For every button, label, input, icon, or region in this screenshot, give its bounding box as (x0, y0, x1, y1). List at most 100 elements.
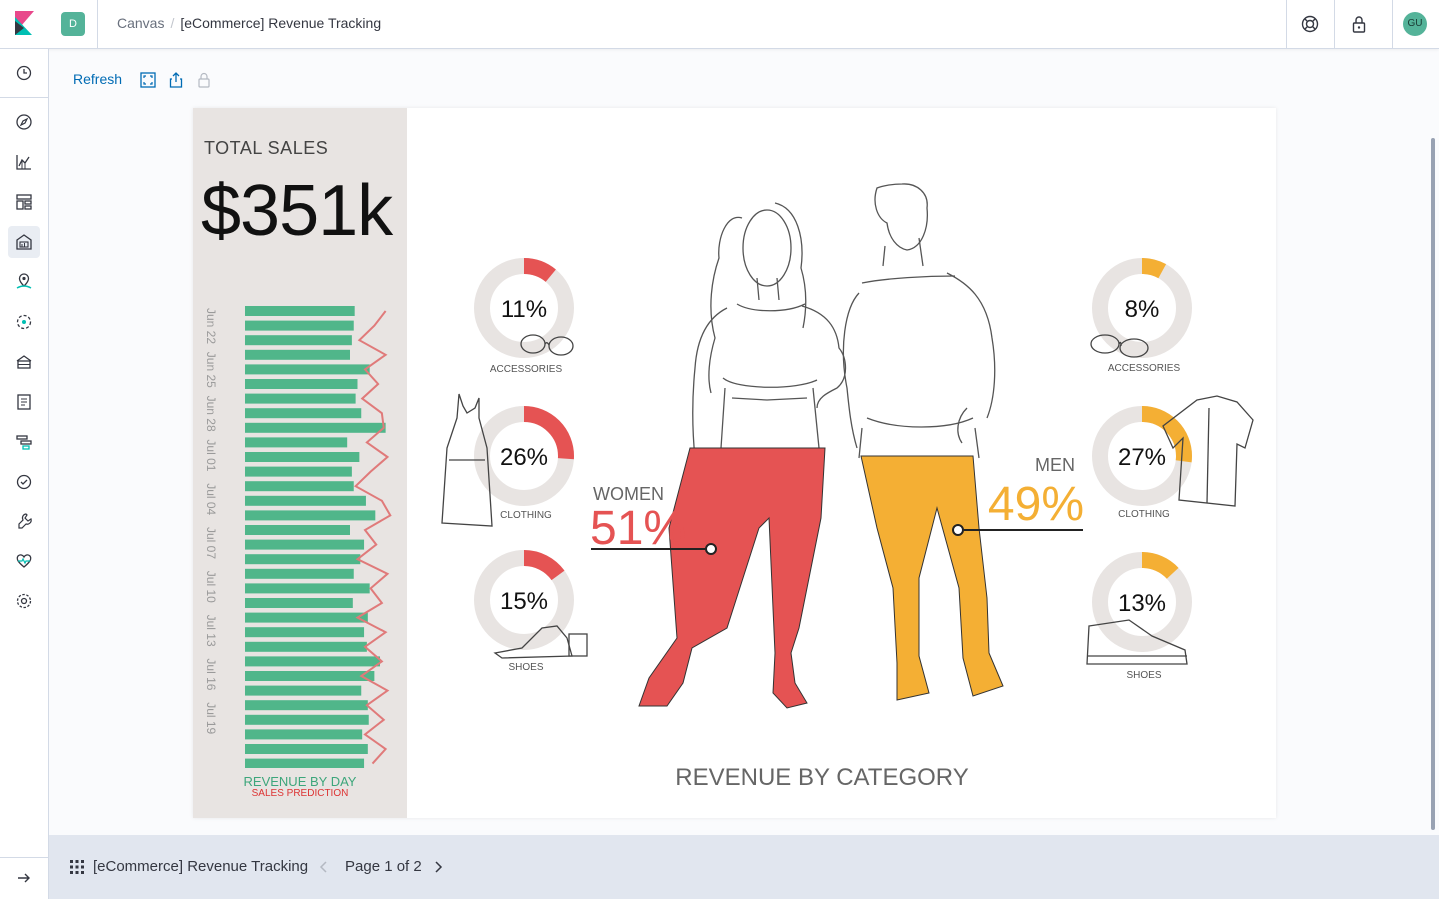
revenue-bar (245, 481, 354, 492)
revenue-bar (245, 758, 365, 768)
uptime-icon[interactable] (14, 472, 34, 492)
lock-icon[interactable] (1349, 14, 1369, 34)
apm-icon[interactable] (14, 432, 34, 452)
space-selector[interactable]: D (61, 12, 85, 36)
next-page-chevron-icon[interactable] (431, 859, 445, 875)
revenue-by-day-chart: Jun 22 Jun 25 Jun 28 Jul 01 Jul 04 Jul 07 Jul … (204, 306, 392, 768)
expand-nav-arrow-icon[interactable] (14, 868, 34, 888)
revenue-bar (245, 320, 354, 331)
breadcrumb-current: [eCommerce] Revenue Tracking (180, 15, 382, 31)
women-label: WOMEN (593, 484, 664, 504)
logs-icon[interactable] (14, 392, 34, 412)
divider (97, 0, 98, 48)
infrastructure-icon[interactable] (14, 352, 34, 372)
help-lifebuoy-icon[interactable] (1300, 14, 1320, 34)
revenue-bar (245, 627, 365, 638)
recently-viewed-clock-icon[interactable] (14, 63, 34, 83)
revenue-bar (245, 744, 368, 754)
revenue-bar (245, 466, 352, 477)
women-shoes-donut-label: SHOES (508, 662, 543, 673)
revenue-bar (245, 539, 365, 550)
revenue-bar (245, 306, 355, 316)
revenue-by-category-title: REVENUE BY CATEGORY (675, 764, 968, 791)
management-gear-icon[interactable] (14, 591, 34, 611)
total-sales-label: TOTAL SALES (204, 138, 329, 158)
date-tick-label: Jun 22 (204, 308, 218, 344)
revenue-bar (245, 583, 370, 594)
women-percent: 51% (590, 502, 686, 555)
revenue-bar (245, 641, 367, 652)
revenue-bar (245, 495, 366, 506)
revenue-bar (245, 656, 380, 667)
date-tick-label: Jun 25 (204, 352, 218, 388)
women-accessories-donut-label: ACCESSORIES (490, 364, 563, 375)
dashboard-icon[interactable] (14, 192, 34, 212)
workpad-page: TOTAL SALES $351k Jun 22 Jun 25 Jun 28 Jul … (193, 108, 1276, 818)
machine-learning-icon[interactable] (14, 312, 34, 332)
revenue-bar (245, 714, 369, 725)
revenue-bar (245, 568, 354, 579)
date-tick-label: Jul 16 (204, 658, 218, 690)
dev-tools-wrench-icon[interactable] (14, 511, 34, 531)
monitoring-heartbeat-icon[interactable] (14, 551, 34, 571)
revenue-bar (245, 349, 350, 360)
date-tick-label: Jul 19 (204, 702, 218, 734)
men-pointer-dot (952, 524, 964, 536)
page-manager-grid-icon[interactable] (69, 859, 85, 875)
user-avatar[interactable]: GU (1403, 12, 1427, 36)
fullscreen-icon[interactable] (139, 71, 157, 89)
total-sales-panel: TOTAL SALES $351k Jun 22 Jun 25 Jun 28 Jul … (193, 108, 407, 818)
date-tick-label: Jul 07 (204, 527, 218, 559)
divider (1334, 0, 1335, 48)
share-export-icon[interactable] (167, 71, 185, 89)
sales-prediction-label: SALES PREDICTION (251, 788, 349, 799)
women-accessories-donut-percent: 11% (501, 296, 547, 323)
revenue-by-day-label: REVENUE BY DAY (243, 774, 357, 789)
women-shoes-donut-percent: 15% (500, 588, 548, 615)
breadcrumb-canvas-link[interactable]: Canvas (117, 15, 164, 31)
revenue-bar (245, 671, 375, 681)
workpad-title: [eCommerce] Revenue Tracking (93, 858, 309, 875)
nav-divider (0, 97, 48, 98)
man-pants-fill (860, 455, 1004, 701)
revenue-bar (245, 437, 348, 448)
side-navigation (0, 49, 49, 899)
revenue-bar (245, 379, 358, 389)
breadcrumb: Canvas / [eCommerce] Revenue Tracking (117, 15, 381, 31)
men-shoes-donut-label: SHOES (1126, 670, 1161, 681)
top-header: D Canvas / [eCommerce] Revenue Tracking GU (0, 0, 1439, 49)
women-dress-icon (441, 393, 493, 527)
revenue-bar (245, 422, 386, 433)
revenue-bar (245, 510, 376, 521)
canvas-nav-item[interactable] (8, 226, 40, 258)
revenue-bar (245, 554, 361, 565)
revenue-bar (245, 364, 370, 375)
workpad-footer: [eCommerce] Revenue Tracking Page 1 of 2 (49, 835, 1439, 899)
kibana-logo-icon[interactable] (12, 11, 36, 35)
revenue-bar (245, 598, 353, 608)
discover-compass-icon[interactable] (14, 112, 34, 132)
refresh-button[interactable]: Refresh (73, 71, 122, 87)
women-clothing-donut-label: CLOTHING (500, 510, 552, 521)
date-tick-label: Jul 04 (204, 483, 218, 515)
date-tick-label: Jul 13 (204, 615, 218, 647)
man-figure-illustration (842, 183, 996, 459)
divider (1392, 0, 1393, 48)
edit-lock-icon[interactable] (195, 71, 213, 89)
total-sales-value: $351k (201, 171, 393, 251)
men-accessories-donut-label: ACCESSORIES (1108, 363, 1181, 374)
men-clothing-donut-label: CLOTHING (1118, 509, 1170, 520)
maps-pin-icon[interactable] (14, 272, 34, 292)
date-tick-label: Jul 01 (204, 439, 218, 471)
revenue-bar (245, 729, 363, 740)
canvas-scrollbar[interactable] (1431, 138, 1435, 830)
visualize-chart-icon[interactable] (14, 152, 34, 172)
revenue-bar (245, 393, 356, 404)
revenue-bar (245, 612, 368, 623)
previous-page-chevron-icon[interactable] (317, 859, 331, 875)
men-clothing-donut-percent: 27% (1118, 444, 1166, 471)
date-tick-label: Jun 28 (204, 396, 218, 432)
men-accessories-donut-percent: 8% (1125, 296, 1160, 323)
page-indicator: Page 1 of 2 (345, 858, 422, 875)
men-shoes-donut-percent: 13% (1118, 590, 1166, 617)
